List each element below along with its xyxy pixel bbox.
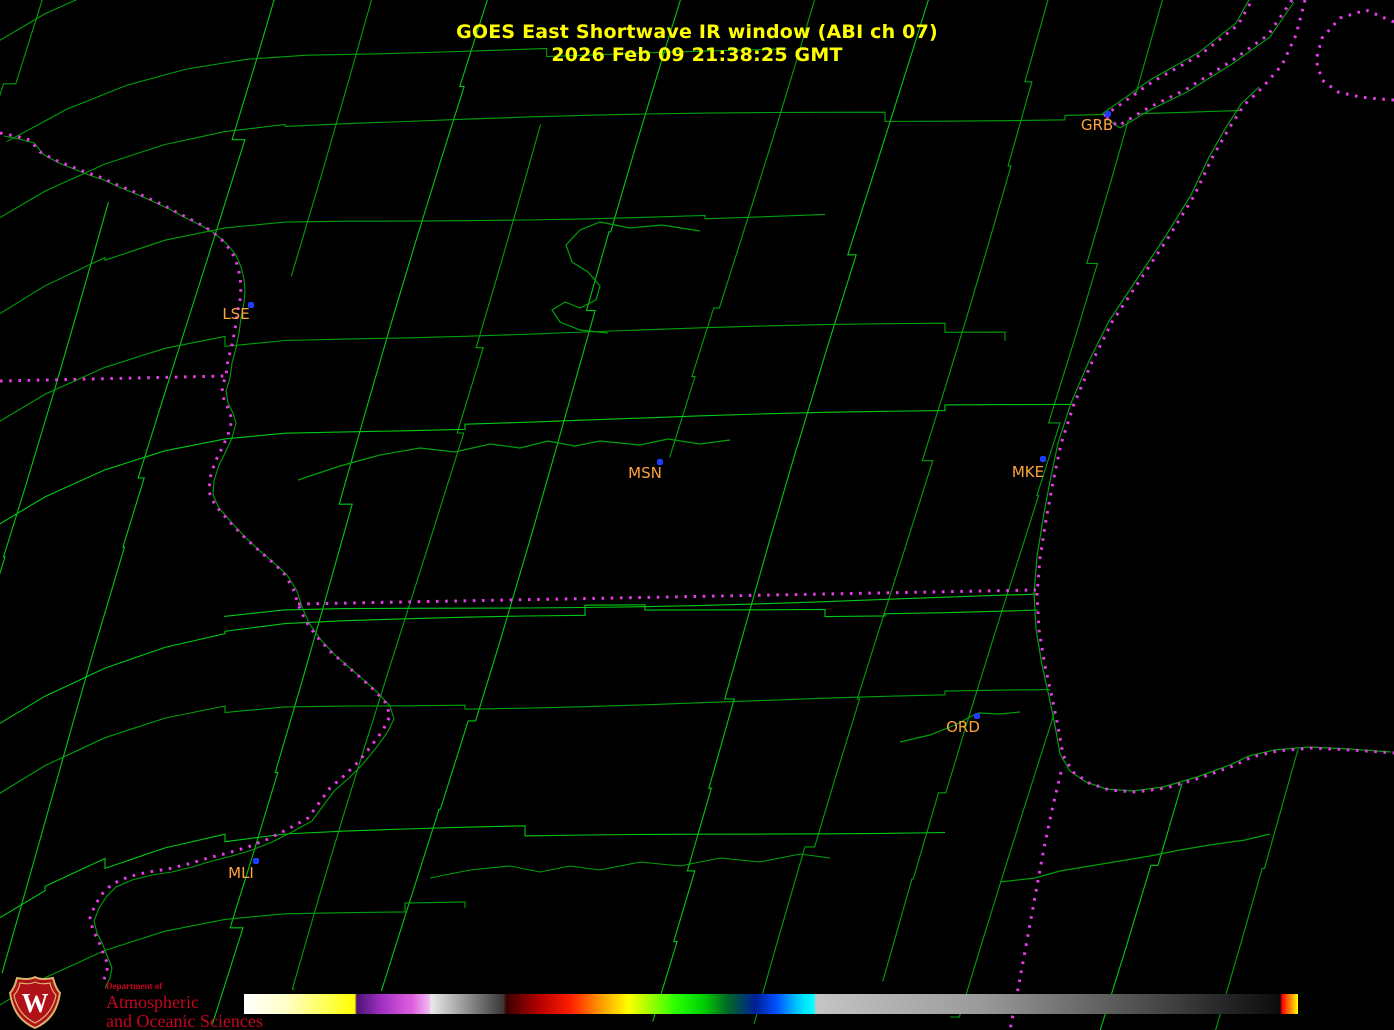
station-label-lse: LSE	[222, 305, 249, 323]
logo-line-atmospheric: Atmospheric	[106, 993, 263, 1011]
station-label-mke: MKE	[1012, 463, 1044, 481]
station-dot-grb	[1105, 111, 1111, 117]
station-dot-msn	[657, 459, 663, 465]
product-title-line1: GOES East Shortwave IR window (ABI ch 07…	[0, 21, 1394, 44]
svg-text:W: W	[22, 988, 49, 1018]
satellite-image-viewport: GOES East Shortwave IR window (ABI ch 07…	[0, 0, 1394, 1030]
station-dot-mli	[253, 858, 259, 864]
uw-aos-logo: W Department of Atmospheric and Oceanic …	[8, 976, 263, 1030]
station-dot-ord	[974, 713, 980, 719]
station-dot-mke	[1040, 456, 1046, 462]
logo-line-oceanic: and Oceanic Sciences	[106, 1012, 263, 1030]
product-title: GOES East Shortwave IR window (ABI ch 07…	[0, 21, 1394, 67]
uw-crest-icon: W	[8, 976, 62, 1029]
map-canvas	[0, 0, 1394, 1030]
station-label-grb: GRB	[1081, 116, 1113, 134]
station-label-ord: ORD	[946, 718, 980, 736]
product-title-line2: 2026 Feb 09 21:38:25 GMT	[0, 44, 1394, 67]
station-dot-lse	[248, 302, 254, 308]
logo-dept-line: Department of	[106, 982, 263, 991]
uw-aos-logo-text: Department of Atmospheric and Oceanic Sc…	[106, 982, 263, 1030]
temperature-colorbar	[244, 994, 1298, 1014]
station-label-mli: MLI	[228, 864, 254, 882]
station-label-msn: MSN	[628, 464, 662, 482]
